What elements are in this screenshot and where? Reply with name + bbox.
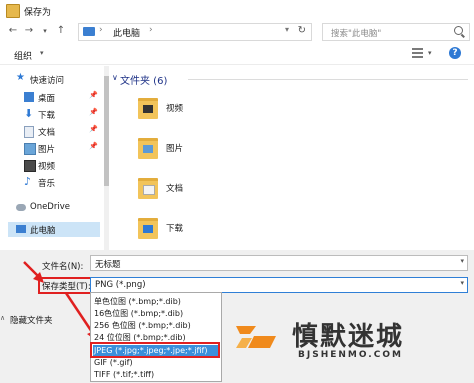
- watermark-title: 慎默迷城: [292, 322, 405, 352]
- filetype-option[interactable]: 16色位图 (*.bmp;*.dib): [93, 308, 220, 319]
- highlight-box: [90, 342, 220, 358]
- watermark-subtitle: BJSHENMO.COM: [298, 350, 403, 360]
- filetype-option[interactable]: 256 色位图 (*.bmp;*.dib): [93, 320, 220, 331]
- filetype-option[interactable]: 单色位图 (*.bmp;*.dib): [93, 296, 220, 307]
- filetype-option[interactable]: GIF (*.gif): [93, 357, 220, 368]
- watermark-logo: [236, 326, 276, 348]
- filetype-option[interactable]: TIFF (*.tif;*.tiff): [93, 369, 220, 380]
- filetype-dropdown-list: 单色位图 (*.bmp;*.dib) 16色位图 (*.bmp;*.dib) 2…: [90, 292, 222, 382]
